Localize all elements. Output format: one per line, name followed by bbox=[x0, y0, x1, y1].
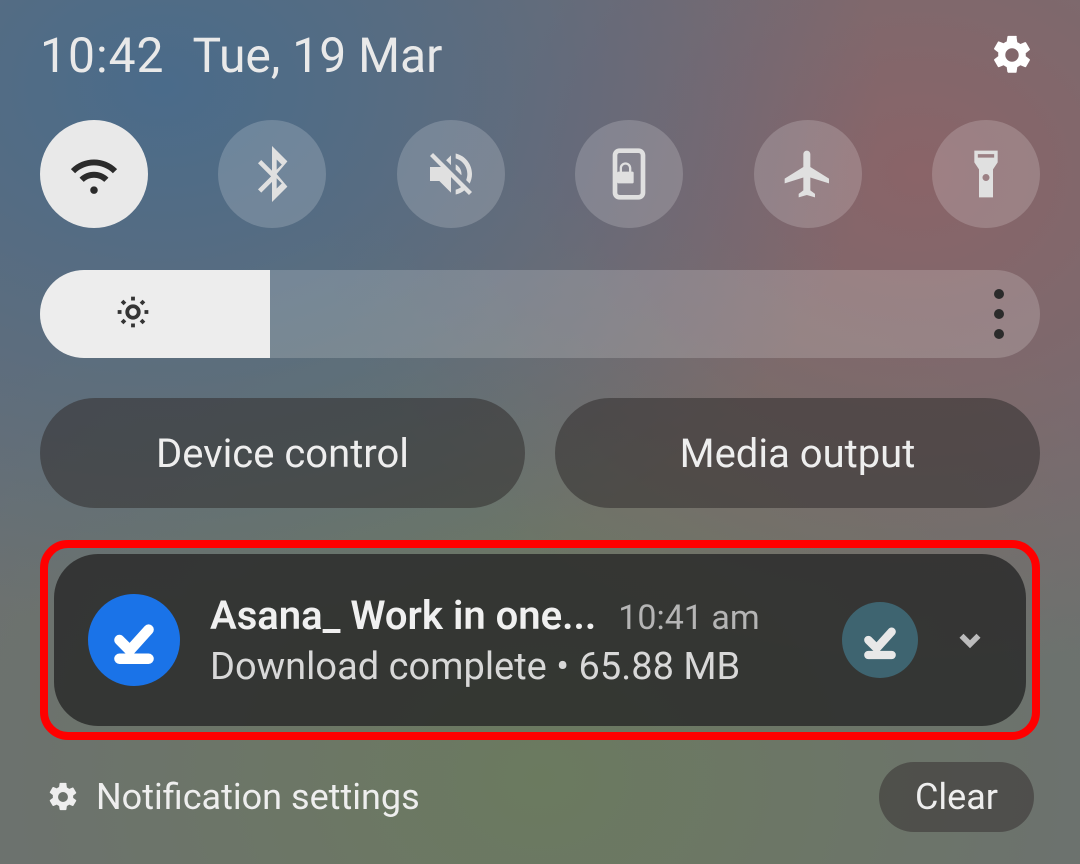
download-notification[interactable]: Asana_ Work in one... 10:41 am Download … bbox=[54, 554, 1026, 726]
pill-row: Device control Media output bbox=[40, 398, 1040, 508]
gear-icon bbox=[989, 32, 1035, 78]
download-done-icon bbox=[860, 620, 900, 660]
notification-settings-button[interactable]: Notification settings bbox=[46, 776, 420, 818]
notification-title: Asana_ Work in one... bbox=[210, 592, 596, 639]
qs-bluetooth[interactable] bbox=[218, 120, 326, 228]
qs-wifi[interactable] bbox=[40, 120, 148, 228]
notification-subtitle: Download complete • 65.88 MB bbox=[210, 645, 812, 689]
notification-settings-label: Notification settings bbox=[96, 776, 420, 818]
flashlight-icon bbox=[958, 146, 1014, 202]
notification-footer: Notification settings Clear bbox=[40, 762, 1040, 832]
chevron-down-icon bbox=[953, 623, 987, 657]
brightness-slider[interactable] bbox=[40, 270, 1040, 358]
time-date: 10:42 Tue, 19 Mar bbox=[40, 27, 442, 84]
notification-action-button[interactable] bbox=[842, 602, 918, 678]
notification-time: 10:41 am bbox=[618, 598, 759, 638]
media-output-label: Media output bbox=[680, 430, 916, 477]
qs-rotation-lock[interactable] bbox=[575, 120, 683, 228]
notification-body: Asana_ Work in one... 10:41 am Download … bbox=[210, 592, 812, 689]
device-control-button[interactable]: Device control bbox=[40, 398, 525, 508]
qs-flashlight[interactable] bbox=[932, 120, 1040, 228]
qs-airplane[interactable] bbox=[754, 120, 862, 228]
bluetooth-icon bbox=[244, 146, 300, 202]
brightness-low-icon bbox=[110, 289, 156, 339]
status-bar: 10:42 Tue, 19 Mar bbox=[40, 20, 1040, 90]
brightness-more-button[interactable] bbox=[994, 289, 1004, 339]
notification-expand-button[interactable] bbox=[948, 618, 992, 662]
clear-label: Clear bbox=[915, 776, 998, 818]
airplane-icon bbox=[780, 146, 836, 202]
gear-small-icon bbox=[46, 780, 80, 814]
quick-settings-row bbox=[40, 120, 1040, 228]
wifi-icon bbox=[66, 146, 122, 202]
download-complete-icon bbox=[88, 594, 180, 686]
lock-portrait-icon bbox=[601, 146, 657, 202]
settings-button[interactable] bbox=[984, 27, 1040, 83]
device-control-label: Device control bbox=[156, 430, 409, 477]
more-vert-icon bbox=[994, 289, 1004, 299]
media-output-button[interactable]: Media output bbox=[555, 398, 1040, 508]
notification-highlight: Asana_ Work in one... 10:41 am Download … bbox=[40, 540, 1040, 740]
qs-mute[interactable] bbox=[397, 120, 505, 228]
clear-notifications-button[interactable]: Clear bbox=[879, 762, 1034, 832]
mute-icon bbox=[423, 146, 479, 202]
clock-time: 10:42 bbox=[40, 27, 165, 84]
clock-date: Tue, 19 Mar bbox=[193, 27, 443, 84]
